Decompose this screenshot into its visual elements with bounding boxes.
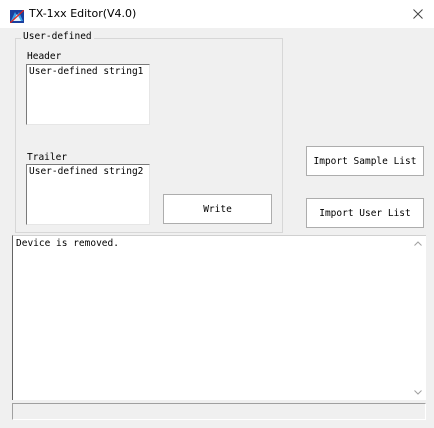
- window-title: TX-1xx Editor(V4.0): [29, 7, 137, 20]
- header-textarea[interactable]: User-defined string1: [26, 64, 150, 125]
- trailer-label: Trailer: [27, 152, 68, 163]
- close-button[interactable]: [402, 0, 434, 28]
- status-bar: [12, 403, 426, 420]
- editor-window: TX-1xx Editor(V4.0) User-defined Header …: [0, 0, 434, 428]
- app-logo-icon: [9, 8, 25, 24]
- chevron-up-icon: [413, 240, 422, 246]
- user-defined-group-label: User-defined: [21, 31, 94, 42]
- header-text: User-defined string1: [29, 66, 144, 77]
- header-label: Header: [27, 51, 62, 62]
- log-scrollbar[interactable]: [409, 236, 426, 399]
- close-icon: [413, 9, 423, 19]
- trailer-textarea[interactable]: User-defined string2: [26, 164, 150, 225]
- log-output[interactable]: Device is removed.: [12, 235, 426, 400]
- import-user-list-button[interactable]: Import User List: [306, 198, 424, 228]
- scroll-up-button[interactable]: [409, 236, 426, 250]
- title-bar: TX-1xx Editor(V4.0): [0, 0, 434, 28]
- import-sample-list-button[interactable]: Import Sample List: [306, 146, 424, 176]
- scroll-down-button[interactable]: [409, 385, 426, 399]
- write-button[interactable]: Write: [163, 194, 272, 224]
- log-message: Device is removed.: [16, 238, 119, 249]
- trailer-text: User-defined string2: [29, 166, 144, 177]
- chevron-down-icon: [413, 389, 422, 395]
